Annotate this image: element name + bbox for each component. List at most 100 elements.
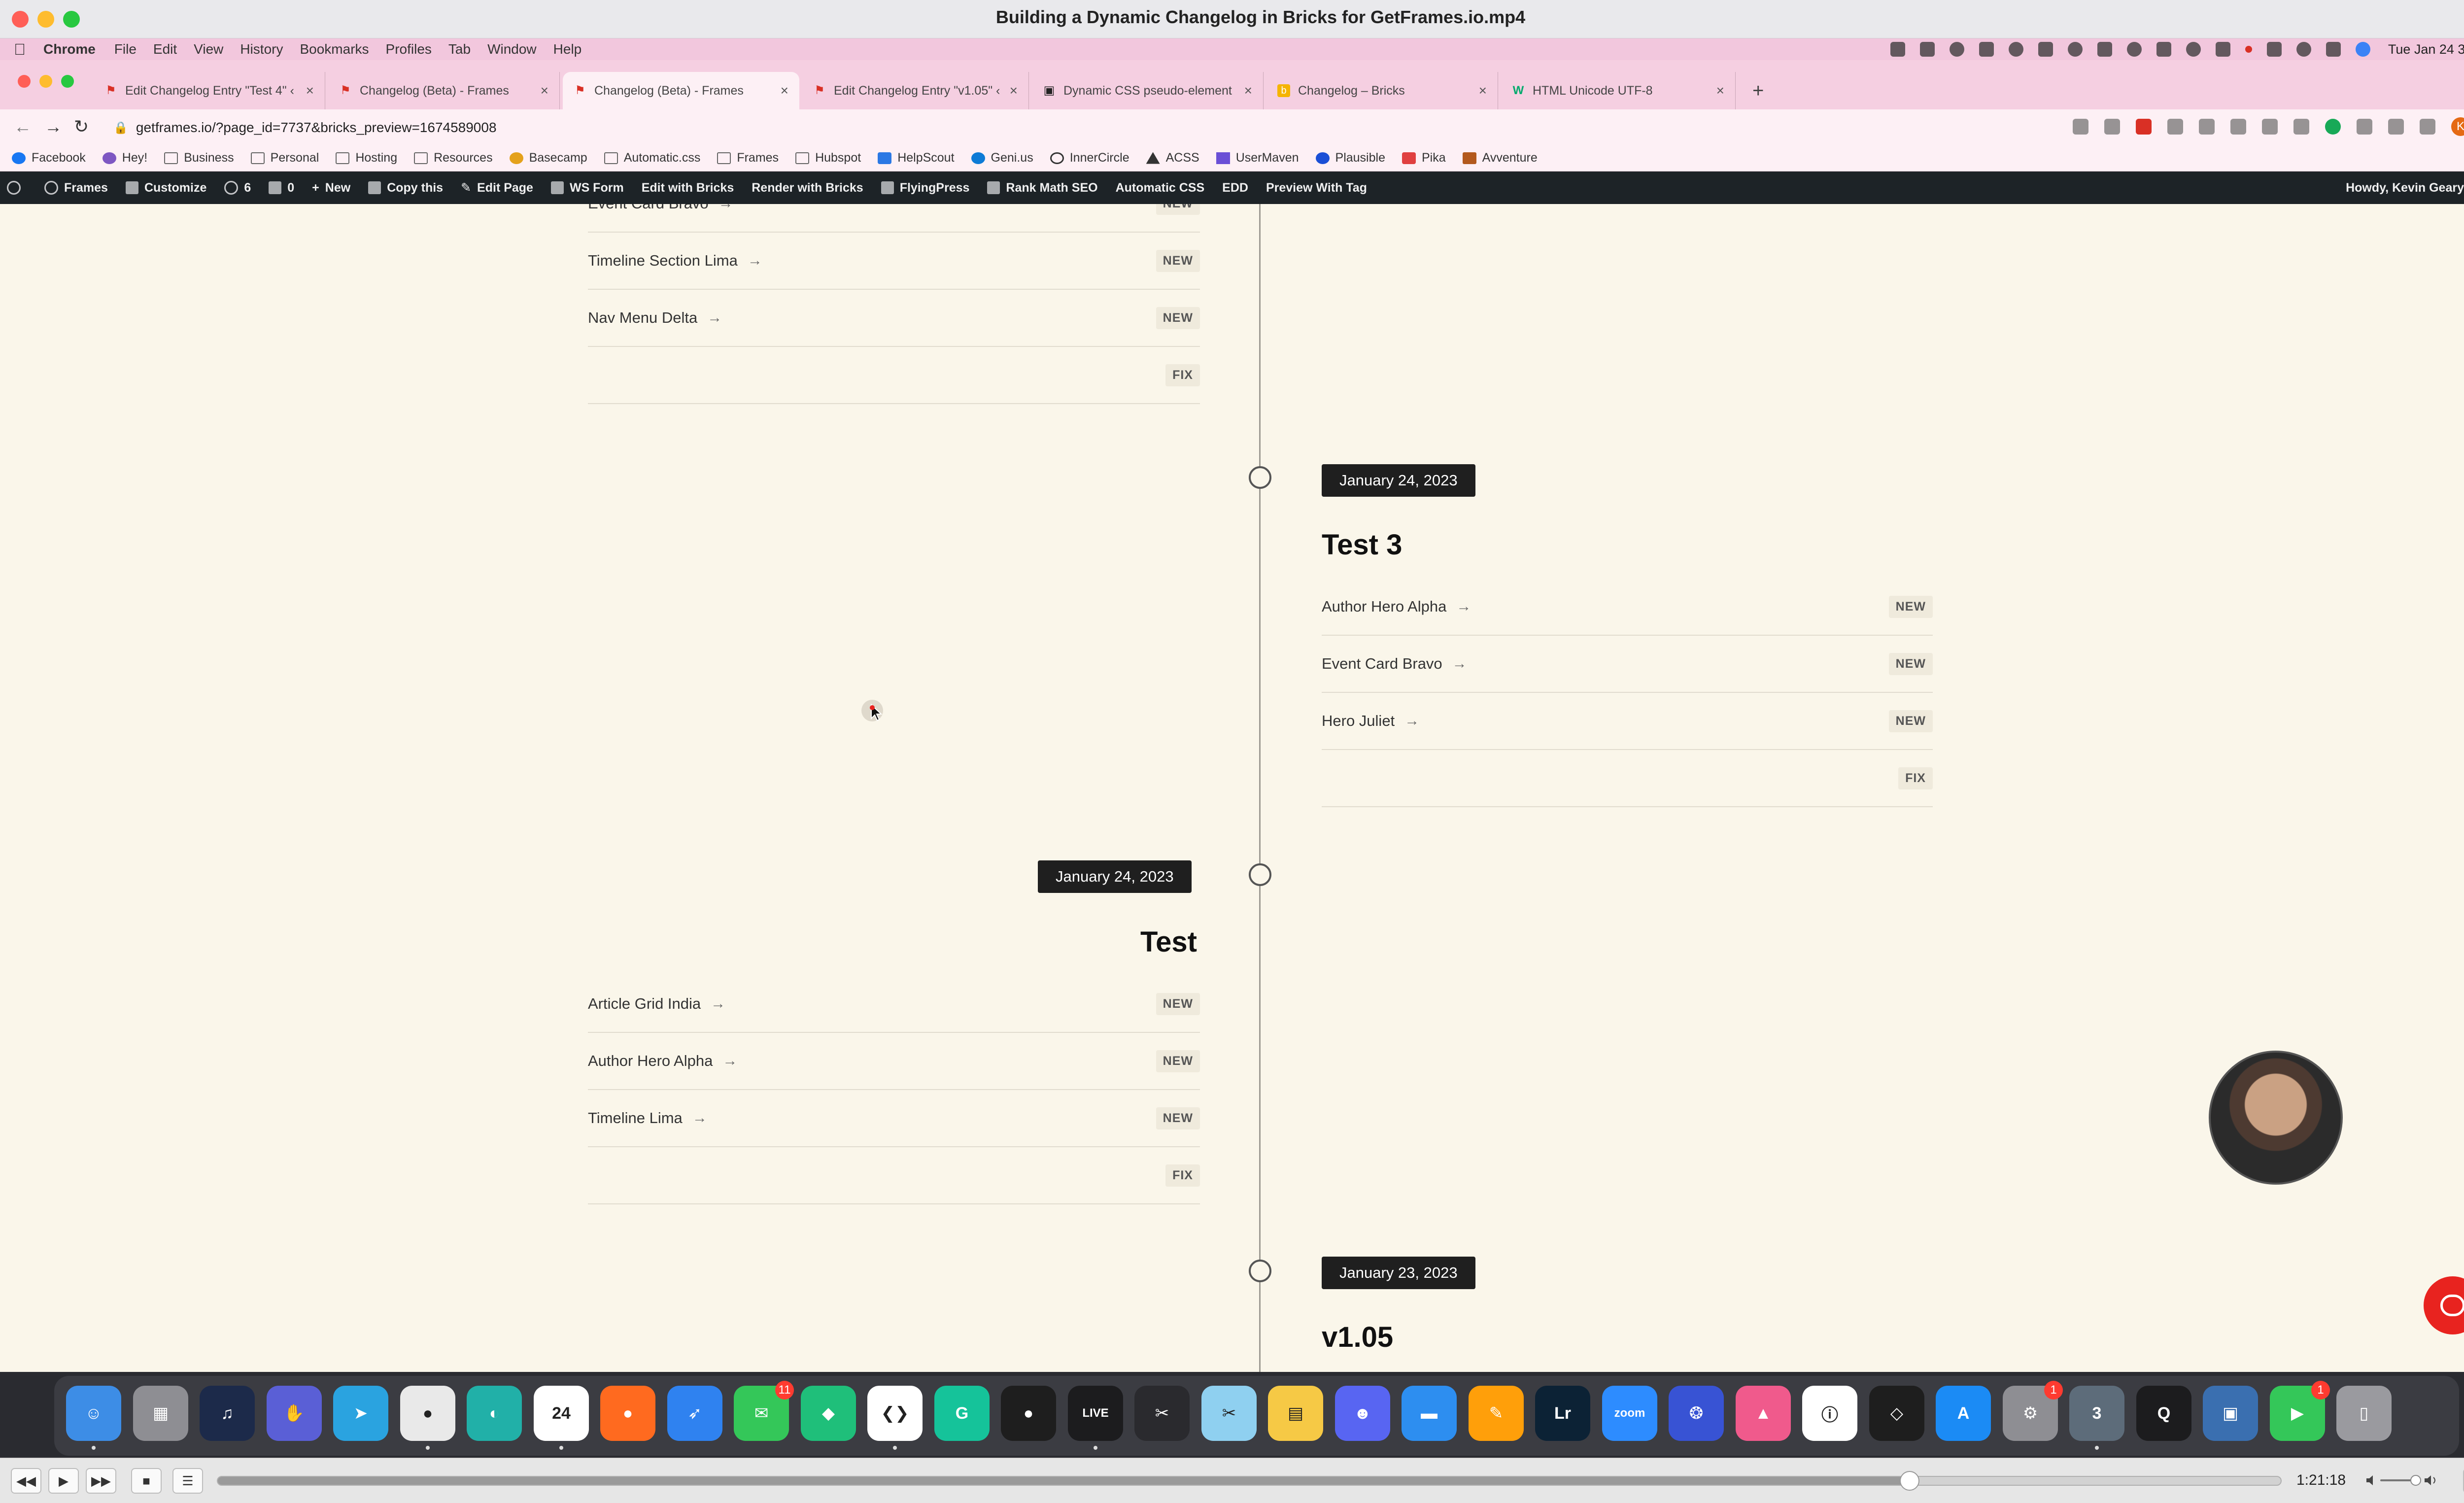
extension-icon[interactable] [2293,119,2309,135]
close-icon[interactable]: × [306,83,314,99]
cleanmymac-icon[interactable]: ▲ [1736,1386,1791,1441]
zoom-icon[interactable]: zoom [1602,1386,1657,1441]
wp-site-name[interactable]: Frames [44,181,108,195]
screenflow-icon[interactable]: 3 [2069,1386,2124,1441]
final-cut-icon[interactable]: ✂ [1134,1386,1190,1441]
bookmark-usermaven[interactable]: UserMaven [1216,151,1299,165]
pages-icon[interactable]: ✎ [1469,1386,1524,1441]
status-app-icon[interactable] [2186,42,2201,57]
bookmark-frames[interactable]: Frames [717,151,779,165]
menu-bookmarks[interactable]: Bookmarks [300,41,369,57]
perplexity-icon[interactable]: ❂ [1669,1386,1724,1441]
wp-edit-with-bricks[interactable]: Edit with Bricks [642,181,734,195]
item-name[interactable]: Nav Menu Delta [588,309,697,327]
playlist-button[interactable]: ☰ [172,1468,203,1494]
wp-new-content[interactable]: + New [312,181,350,195]
bookmark-resources[interactable]: Resources [414,151,493,165]
video-progress-handle[interactable] [1899,1471,1919,1491]
changelog-item[interactable]: Author Hero Alpha → NEW [588,1033,1200,1090]
wp-edd[interactable]: EDD [1222,181,1248,195]
puzzle-icon[interactable] [2388,119,2404,135]
wp-automatic-css[interactable]: Automatic CSS [1116,181,1205,195]
status-app-icon[interactable] [1890,42,1905,57]
status-app-icon[interactable] [1919,42,1935,57]
status-app-icon[interactable] [2126,42,2142,57]
new-tab-button[interactable]: + [1752,80,1764,102]
app-store-icon[interactable]: A [1936,1386,1991,1441]
menu-file[interactable]: File [114,41,137,57]
item-name[interactable]: Event Card Bravo [588,204,709,212]
bookmark-hosting[interactable]: Hosting [336,151,397,165]
wp-preview-with-tag[interactable]: Preview With Tag [1266,181,1367,195]
grammarly-icon[interactable]: G [934,1386,990,1441]
wp-customize[interactable]: Customize [125,181,206,195]
stop-button[interactable]: ■ [131,1468,162,1494]
search-icon[interactable] [2296,42,2311,57]
bookmark-genius[interactable]: Geni.us [971,151,1033,165]
status-app-icon[interactable] [1979,42,1994,57]
sidebar-icon[interactable] [2420,119,2435,135]
item-name[interactable]: Timeline Section Lima [588,252,738,270]
address-bar[interactable]: 🔒 getframes.io/?page_id=7737&bricks_prev… [113,114,2070,141]
menu-edit[interactable]: Edit [153,41,177,57]
menu-window[interactable]: Window [487,41,537,57]
extension-icon[interactable] [2136,119,2152,135]
quicktime-icon[interactable]: Q [2136,1386,2191,1441]
bookmark-plausible[interactable]: Plausible [1315,151,1385,165]
bookmark-hubspot[interactable]: Hubspot [795,151,861,165]
wp-flyingpress[interactable]: FlyingPress [881,181,969,195]
bookmark-facebook[interactable]: Facebook [12,151,86,165]
lock-icon[interactable]: 🔒 [113,121,128,135]
bookmark-helpscout[interactable]: HelpScout [878,151,955,165]
changelog-item[interactable]: Timeline Section Lima → NEW [588,233,1200,290]
item-name[interactable]: Event Card Bravo [1322,655,1442,673]
rewind-button[interactable]: ◀◀ [11,1468,41,1494]
calendar-icon[interactable]: 24 [534,1386,589,1441]
1password-icon[interactable]: ⓘ [1802,1386,1857,1441]
wp-render-with-bricks[interactable]: Render with Bricks [752,181,863,195]
chrome-icon[interactable]: ● [400,1386,455,1441]
extension-icon[interactable] [2325,119,2341,135]
changelog-item[interactable]: FIX [1322,750,1933,807]
wp-logo-menu[interactable] [7,181,27,195]
live-icon[interactable]: LIVE [1068,1386,1123,1441]
menu-view[interactable]: View [194,41,223,57]
wp-rank-math[interactable]: Rank Math SEO [987,181,1098,195]
wp-edit-page[interactable]: ✎ Edit Page [461,180,533,195]
keynote-icon[interactable]: ▬ [1402,1386,1457,1441]
item-name[interactable]: Article Grid India [588,995,701,1013]
reload-button[interactable]: ↻ [74,116,89,137]
trash-icon[interactable]: ▯ [2336,1386,2392,1441]
wp-comments[interactable]: 0 [269,181,294,195]
changelog-item[interactable]: FIX [588,1147,1200,1204]
browser-minimize-button[interactable] [39,75,52,88]
share-icon[interactable] [2073,119,2088,135]
item-name[interactable]: Hero Juliet [1322,712,1395,730]
bookmark-business[interactable]: Business [164,151,234,165]
bookmark-innercircle[interactable]: InnerCircle [1050,151,1129,165]
item-name[interactable]: Timeline Lima [588,1109,683,1127]
vscode-icon[interactable]: ❮❯ [867,1386,923,1441]
browser-tab[interactable]: ⚑ Edit Changelog Entry "v1.05" ‹ × [802,72,1029,109]
browser-zoom-button[interactable] [61,75,74,88]
url-text[interactable]: getframes.io/?page_id=7737&bricks_previe… [136,120,497,136]
telegram-icon[interactable]: ➤ [333,1386,388,1441]
close-icon[interactable]: × [541,83,548,99]
status-app-icon[interactable] [2008,42,2023,57]
close-icon[interactable]: × [1010,83,1018,99]
back-button[interactable]: ← [14,116,32,137]
bookmark-avventure[interactable]: Avventure [1462,151,1538,165]
finder-icon[interactable]: ☺ [66,1386,121,1441]
browser-tab[interactable]: b Changelog – Bricks × [1266,72,1498,109]
forward-button[interactable]: → [44,116,62,137]
safari-icon[interactable]: ➶ [667,1386,722,1441]
browser-tab[interactable]: ⚑ Edit Changelog Entry "Test 4" ‹ × [94,72,325,109]
volume-slider[interactable] [2365,1474,2439,1487]
browser-close-button[interactable] [18,75,31,88]
transmit-icon[interactable]: ▤ [1268,1386,1323,1441]
changelog-item[interactable]: FIX [588,347,1200,404]
item-name[interactable]: Author Hero Alpha [588,1052,713,1070]
bookmark-acss[interactable]: ACSS [1146,151,1199,165]
bookmark-pika[interactable]: Pika [1402,151,1446,165]
menu-help[interactable]: Help [553,41,582,57]
